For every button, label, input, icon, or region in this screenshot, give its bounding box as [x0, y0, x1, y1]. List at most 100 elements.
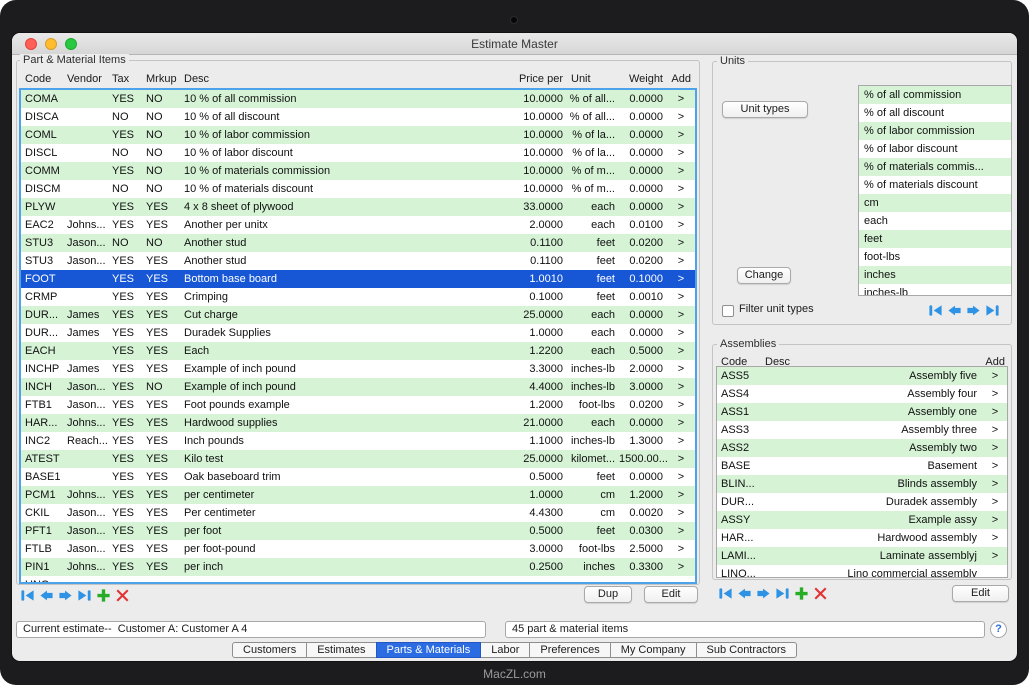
add-part-to-estimate-button[interactable]: > — [667, 108, 695, 126]
add-assembly-to-estimate-button[interactable]: > — [983, 511, 1007, 529]
add-part-to-estimate-button[interactable] — [667, 576, 695, 584]
add-part-to-estimate-button[interactable]: > — [667, 396, 695, 414]
tab-estimates[interactable]: Estimates — [306, 642, 376, 658]
add-part-to-estimate-button[interactable]: > — [667, 162, 695, 180]
parts-table-row[interactable]: INC2Reach...YESYESInch pounds1.1000inche… — [21, 432, 695, 450]
unit-type-item[interactable]: % of all commission — [859, 86, 1011, 104]
add-part-to-estimate-button[interactable]: > — [667, 216, 695, 234]
filter-unit-types-checkbox[interactable] — [722, 305, 734, 317]
parts-table-row[interactable]: COMLYESNO10 % of labor commission10.0000… — [21, 126, 695, 144]
parts-table-row[interactable]: PLYWYESYES4 x 8 sheet of plywood33.0000e… — [21, 198, 695, 216]
last-record-icon[interactable] — [985, 303, 1000, 318]
add-record-icon[interactable] — [96, 588, 111, 603]
add-part-to-estimate-button[interactable]: > — [667, 468, 695, 486]
add-assembly-to-estimate-button[interactable]: > — [983, 475, 1007, 493]
parts-table-row[interactable]: DISCANONO10 % of all discount10.0000% of… — [21, 108, 695, 126]
add-part-to-estimate-button[interactable]: > — [667, 90, 695, 108]
delete-record-icon[interactable] — [813, 586, 828, 601]
tab-customers[interactable]: Customers — [232, 642, 307, 658]
add-assembly-to-estimate-button[interactable]: > — [983, 421, 1007, 439]
assembly-row[interactable]: ASS1Assembly one> — [717, 403, 1007, 421]
add-part-to-estimate-button[interactable]: > — [667, 126, 695, 144]
add-assembly-to-estimate-button[interactable] — [983, 565, 1007, 578]
add-assembly-to-estimate-button[interactable]: > — [983, 493, 1007, 511]
add-part-to-estimate-button[interactable]: > — [667, 378, 695, 396]
parts-table-row[interactable]: PFT1Jason...YESYESper foot0.5000feet0.03… — [21, 522, 695, 540]
add-part-to-estimate-button[interactable]: > — [667, 540, 695, 558]
parts-table-row[interactable]: CKILJason...YESYESPer centimeter4.4300cm… — [21, 504, 695, 522]
tab-sub-contractors[interactable]: Sub Contractors — [696, 642, 797, 658]
parts-table-row[interactable]: DUR...JamesYESYESCut charge25.0000each0.… — [21, 306, 695, 324]
parts-table-row[interactable]: DUR...JamesYESYESDuradek Supplies1.0000e… — [21, 324, 695, 342]
add-part-to-estimate-button[interactable]: > — [667, 342, 695, 360]
unit-types-button[interactable]: Unit types — [722, 101, 808, 118]
add-part-to-estimate-button[interactable]: > — [667, 252, 695, 270]
unit-type-item[interactable]: each — [859, 212, 1011, 230]
assembly-row[interactable]: DUR...Duradek assembly> — [717, 493, 1007, 511]
add-part-to-estimate-button[interactable]: > — [667, 360, 695, 378]
tab-my-company[interactable]: My Company — [610, 642, 697, 658]
unit-type-item[interactable]: % of all discount — [859, 104, 1011, 122]
change-unit-button[interactable]: Change — [737, 267, 791, 284]
parts-table-row[interactable]: DISCMNONO10 % of materials discount10.00… — [21, 180, 695, 198]
add-part-to-estimate-button[interactable]: > — [667, 486, 695, 504]
assemblies-table-body[interactable]: ASS5Assembly five>ASS4Assembly four>ASS1… — [716, 366, 1008, 578]
tab-preferences[interactable]: Preferences — [529, 642, 610, 658]
assembly-row[interactable]: ASS5Assembly five> — [717, 367, 1007, 385]
first-record-icon[interactable] — [20, 588, 35, 603]
parts-table-row[interactable]: STU3Jason...YESYESAnother stud0.1100feet… — [21, 252, 695, 270]
parts-edit-button[interactable]: Edit — [644, 586, 698, 603]
add-part-to-estimate-button[interactable]: > — [667, 288, 695, 306]
last-record-icon[interactable] — [77, 588, 92, 603]
unit-type-item[interactable]: inches-lb — [859, 284, 1011, 296]
add-part-to-estimate-button[interactable]: > — [667, 432, 695, 450]
unit-type-item[interactable]: % of materials discount — [859, 176, 1011, 194]
tab-labor[interactable]: Labor — [480, 642, 530, 658]
add-assembly-to-estimate-button[interactable]: > — [983, 529, 1007, 547]
parts-table-row[interactable]: COMAYESNO10 % of all commission10.0000% … — [21, 90, 695, 108]
add-assembly-to-estimate-button[interactable]: > — [983, 457, 1007, 475]
parts-table-row[interactable]: EAC2Johns...YESYESAnother per unitx2.000… — [21, 216, 695, 234]
add-part-to-estimate-button[interactable]: > — [667, 234, 695, 252]
assembly-row[interactable]: LAMI...Laminate assemblyj> — [717, 547, 1007, 565]
previous-record-icon[interactable] — [737, 586, 752, 601]
parts-table-row[interactable]: FOOTYESYESBottom base board1.0010feet0.1… — [21, 270, 695, 288]
parts-table-row[interactable]: HAR...Johns...YESYESHardwood supplies21.… — [21, 414, 695, 432]
tab-parts-materials[interactable]: Parts & Materials — [376, 642, 482, 658]
parts-table-row[interactable]: FTLBJason...YESYESper foot-pound3.0000fo… — [21, 540, 695, 558]
parts-table-row[interactable]: FTB1Jason...YESYESFoot pounds example1.2… — [21, 396, 695, 414]
unit-type-item[interactable]: % of materials commis... — [859, 158, 1011, 176]
parts-table-row[interactable]: UNO... — [21, 576, 695, 584]
previous-record-icon[interactable] — [39, 588, 54, 603]
parts-table-row[interactable]: EACHYESYESEach1.2200each0.5000> — [21, 342, 695, 360]
parts-table-row[interactable]: PIN1Johns...YESYESper inch0.2500inches0.… — [21, 558, 695, 576]
item-count-field[interactable]: 45 part & material items — [505, 621, 985, 638]
add-assembly-to-estimate-button[interactable]: > — [983, 367, 1007, 385]
assembly-row[interactable]: ASS2Assembly two> — [717, 439, 1007, 457]
next-record-icon[interactable] — [756, 586, 771, 601]
add-record-icon[interactable] — [794, 586, 809, 601]
last-record-icon[interactable] — [775, 586, 790, 601]
add-part-to-estimate-button[interactable]: > — [667, 306, 695, 324]
add-assembly-to-estimate-button[interactable]: > — [983, 385, 1007, 403]
add-assembly-to-estimate-button[interactable]: > — [983, 439, 1007, 457]
parts-table-row[interactable]: DISCLNONO10 % of labor discount10.0000% … — [21, 144, 695, 162]
add-part-to-estimate-button[interactable]: > — [667, 270, 695, 288]
assemblies-edit-button[interactable]: Edit — [952, 585, 1009, 602]
parts-table-row[interactable]: PCM1Johns...YESYESper centimeter1.0000cm… — [21, 486, 695, 504]
parts-table-row[interactable]: CRMPYESYESCrimping0.1000feet0.0010> — [21, 288, 695, 306]
parts-table-row[interactable]: COMMYESNO10 % of materials commission10.… — [21, 162, 695, 180]
first-record-icon[interactable] — [928, 303, 943, 318]
assembly-row[interactable]: LINO...Lino commercial assembly — [717, 565, 1007, 578]
unit-type-item[interactable]: cm — [859, 194, 1011, 212]
parts-table-row[interactable]: STU3Jason...NONOAnother stud0.1100feet0.… — [21, 234, 695, 252]
assembly-row[interactable]: HAR...Hardwood assembly> — [717, 529, 1007, 547]
assembly-row[interactable]: ASS3Assembly three> — [717, 421, 1007, 439]
add-part-to-estimate-button[interactable]: > — [667, 522, 695, 540]
assembly-row[interactable]: BLIN...Blinds assembly> — [717, 475, 1007, 493]
parts-table-body[interactable]: COMAYESNO10 % of all commission10.0000% … — [19, 88, 697, 584]
add-part-to-estimate-button[interactable]: > — [667, 558, 695, 576]
assembly-row[interactable]: ASSYExample assy> — [717, 511, 1007, 529]
delete-record-icon[interactable] — [115, 588, 130, 603]
add-part-to-estimate-button[interactable]: > — [667, 324, 695, 342]
